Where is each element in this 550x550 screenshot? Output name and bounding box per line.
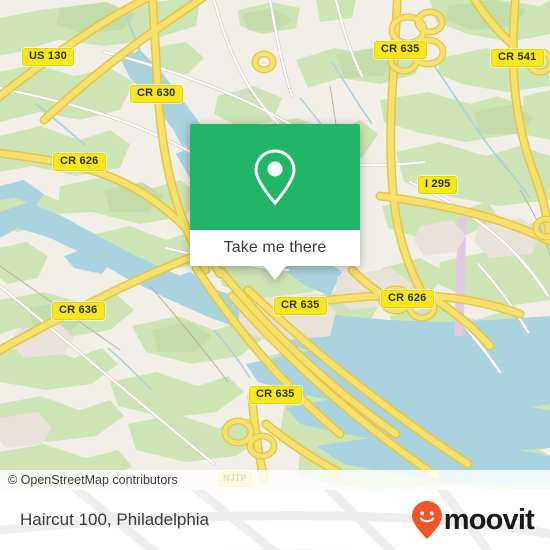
road-shield: US 130 bbox=[22, 48, 74, 66]
callout-header bbox=[190, 124, 360, 230]
callout-pointer bbox=[264, 266, 286, 280]
osm-attribution: © OpenStreetMap contributors bbox=[0, 470, 550, 490]
moovit-logo[interactable]: moovit bbox=[411, 501, 535, 539]
callout-action-label: Take me there bbox=[223, 239, 327, 256]
moovit-wordmark: moovit bbox=[443, 503, 535, 536]
road-shield: I 295 bbox=[418, 176, 458, 194]
road-shield: CR 636 bbox=[52, 302, 105, 320]
place-title: Haircut 100, Philadelphia bbox=[20, 510, 210, 529]
map-pin-icon bbox=[254, 149, 296, 206]
road-shield: CR 626 bbox=[53, 153, 106, 171]
road-shield: CR 626 bbox=[381, 290, 434, 308]
road-shield: CR 541 bbox=[491, 49, 544, 67]
map-screenshot: US 130 CR 630 CR 635 CR 541 CR 626 I 295 CR 63… bbox=[0, 0, 550, 550]
take-me-there-callout[interactable]: Take me there bbox=[190, 124, 360, 280]
road-shield: CR 635 bbox=[374, 41, 427, 59]
road-shield: CR 635 bbox=[274, 297, 327, 315]
callout-action[interactable]: Take me there bbox=[190, 230, 360, 266]
moovit-smiley-pin-icon bbox=[411, 501, 442, 539]
footer-bar: Haircut 100, Philadelphia moovit bbox=[0, 490, 550, 550]
road-shield: CR 630 bbox=[130, 85, 183, 103]
road-shield: CR 635 bbox=[249, 386, 302, 404]
